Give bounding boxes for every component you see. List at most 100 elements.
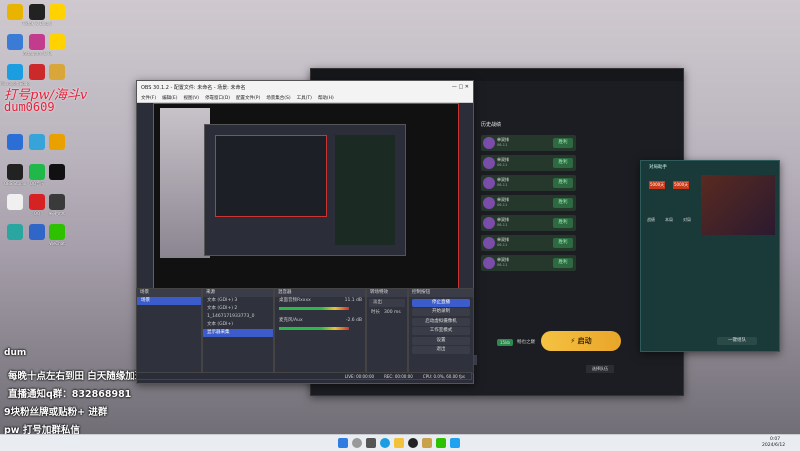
desktop-icon[interactable] <box>42 34 72 51</box>
desktop-icon[interactable] <box>42 4 72 21</box>
taskview-icon[interactable] <box>366 438 376 448</box>
mixer-track-1-meter[interactable] <box>279 307 349 310</box>
minimize-icon[interactable]: — <box>452 84 457 90</box>
menu-item[interactable]: 停靠窗口(D) <box>205 95 230 101</box>
desktop-icon[interactable] <box>42 164 72 181</box>
client-footer-button[interactable]: 选择队伍 <box>586 365 614 373</box>
match-date: 06-11 <box>497 243 508 247</box>
overlay-dum: dum <box>4 348 27 358</box>
helper-tab-1[interactable]: 战绩 <box>647 217 655 223</box>
source-item[interactable]: 文本 (GDI+) 2 <box>203 305 273 313</box>
match-row[interactable]: 单双排 06-11 胜利 <box>481 155 576 171</box>
match-result: 胜利 <box>553 218 573 228</box>
overlay-line2: 直播通知q群：832868981 <box>8 389 132 400</box>
menu-item[interactable]: 场景集合(S) <box>266 95 290 101</box>
transition-type[interactable]: 淡出 <box>369 299 405 307</box>
sources-dock: 来源 文本 (GDI+) 3 文本 (GDI+) 2 1_1467171933773… <box>202 288 274 374</box>
search-icon[interactable] <box>352 438 362 448</box>
edge-icon[interactable] <box>380 438 390 448</box>
source-item[interactable]: 文本 (GDI+) 3 <box>203 297 273 305</box>
controls-dock: 控制按钮 停止直播 开始录制 启动虚拟摄像机 工作室模式 设置 退出 <box>408 288 474 374</box>
obs-taskbar-icon[interactable] <box>408 438 418 448</box>
app-icon <box>7 194 23 210</box>
app-icon <box>7 224 23 240</box>
app-icon <box>49 224 65 240</box>
helper-badge-2: 5000天 <box>673 181 690 189</box>
control-button[interactable]: 工作室模式 <box>412 327 470 335</box>
match-date: 06-11 <box>497 223 508 227</box>
desktop-icon-label: 新建文本 <box>49 211 65 216</box>
helper-tab-2[interactable]: 本局 <box>665 217 673 223</box>
mixer-track-1-name: 桌面音频Rxxxx <box>279 298 311 303</box>
taskbar-date[interactable]: 2024/6/12 <box>762 443 785 448</box>
champion-avatar <box>483 137 495 149</box>
overlay-red-line2: dum0609 <box>4 100 55 114</box>
desktop-icon[interactable] <box>42 64 72 81</box>
control-button[interactable]: 退出 <box>412 346 470 354</box>
taskbar-time[interactable]: 0:07 <box>770 437 780 442</box>
menu-item[interactable]: 文件(F) <box>141 95 156 101</box>
transition-duration[interactable]: 时长 300 ms <box>367 309 407 317</box>
status-rec: REC: 00:00:00 <box>384 373 413 379</box>
app-icon <box>7 4 23 20</box>
menu-item[interactable]: 视图(V) <box>183 95 199 101</box>
qq-taskbar-icon[interactable] <box>450 438 460 448</box>
match-row[interactable]: 单双排 06-11 胜利 <box>481 235 576 251</box>
app-icon <box>49 194 65 210</box>
match-date: 06-11 <box>497 143 508 147</box>
control-button[interactable]: 设置 <box>412 336 470 345</box>
match-row[interactable]: 单双排 06-11 胜利 <box>481 215 576 231</box>
source-item[interactable]: 1_1467171933773_0 <box>203 313 273 321</box>
scene-item[interactable]: 场景 <box>137 297 201 305</box>
control-button[interactable]: 启动虚拟摄像机 <box>412 317 470 326</box>
status-live: LIVE: 00:00:00 <box>344 373 375 379</box>
helper-team-button[interactable]: 一键组队 <box>717 337 757 345</box>
menu-item[interactable]: 编辑(E) <box>162 95 177 101</box>
obs-title: OBS 30.1.2 - 配置文件: 未命名 - 场景: 未命名 <box>141 84 246 91</box>
match-row[interactable]: 单双排 06-11 胜利 <box>481 135 576 151</box>
desktop-icon-label: QQ音乐 <box>29 181 45 186</box>
helper-window: 对局助手 5000天 5000天 战绩 本局 对局 一键组队 <box>640 160 780 352</box>
desktop-icon[interactable]: WeChat <box>42 224 72 246</box>
match-result: 胜利 <box>553 178 573 188</box>
match-row[interactable]: 单双排 06-11 胜利 <box>481 255 576 271</box>
preview-nested-obs <box>204 124 406 256</box>
menu-item[interactable]: 配置文件(P) <box>236 95 260 101</box>
desktop-icon[interactable]: 新建文本 <box>42 194 72 216</box>
source-item[interactable]: 文本 (GDI+) <box>203 321 273 329</box>
wechat-taskbar-icon[interactable] <box>436 438 446 448</box>
obs-menubar: 文件(F) 编辑(E) 视图(V) 停靠窗口(D) 配置文件(P) 场景集合(S) 工具(T… <box>137 93 473 103</box>
menu-item[interactable]: 帮助(H) <box>318 95 334 101</box>
start-button[interactable]: ⚡ 启动 <box>541 331 621 351</box>
mixer-header: 混音器 <box>275 289 365 297</box>
match-row[interactable]: 单双排 06-11 胜利 <box>481 175 576 191</box>
maximize-icon[interactable]: □ <box>458 84 463 90</box>
windows-start-icon[interactable] <box>338 438 348 448</box>
control-button[interactable]: 开始录制 <box>412 308 470 316</box>
app-icon <box>7 34 23 50</box>
scenes-dock: 场景 场景 <box>136 288 202 374</box>
match-row[interactable]: 单双排 06-11 胜利 <box>481 195 576 211</box>
match-result: 胜利 <box>553 158 573 168</box>
menu-item[interactable]: 工具(T) <box>297 95 312 101</box>
explorer-icon[interactable] <box>394 438 404 448</box>
status-cpu: CPU: 0.0%, 60.00 fps <box>422 373 465 379</box>
obs-statusbar: LIVE: 00:00:00 REC: 00:00:00 CPU: 0.0%, … <box>136 372 472 380</box>
desktop-icon-label: Instagram & Facebook <box>22 51 52 56</box>
mixer-track-2-meter[interactable] <box>279 327 349 330</box>
source-item[interactable]: 显示器采集 <box>203 329 273 337</box>
match-date: 06-11 <box>497 183 508 187</box>
champion-avatar <box>483 257 495 269</box>
transition-duration-value[interactable]: 300 ms <box>384 309 401 317</box>
sources-header: 来源 <box>203 289 273 297</box>
taskbar: 0:07 2024/6/12 <box>0 434 800 451</box>
obs-titlebar: OBS 30.1.2 - 配置文件: 未命名 - 场景: 未命名 — □ ✕ <box>137 81 473 93</box>
overlay-line3: 9块粉丝牌或贴粉+ 进群 <box>4 407 108 418</box>
desktop-icon[interactable] <box>42 134 72 151</box>
game-taskbar-icon[interactable] <box>422 438 432 448</box>
mixer-track-2: 麦克风/Aux -2.6 dB <box>275 317 365 325</box>
close-icon[interactable]: ✕ <box>465 84 469 90</box>
helper-tab-3[interactable]: 对局 <box>683 217 691 223</box>
control-button[interactable]: 停止直播 <box>412 298 470 307</box>
client-mode-text: 畅也之巅 <box>517 340 535 345</box>
